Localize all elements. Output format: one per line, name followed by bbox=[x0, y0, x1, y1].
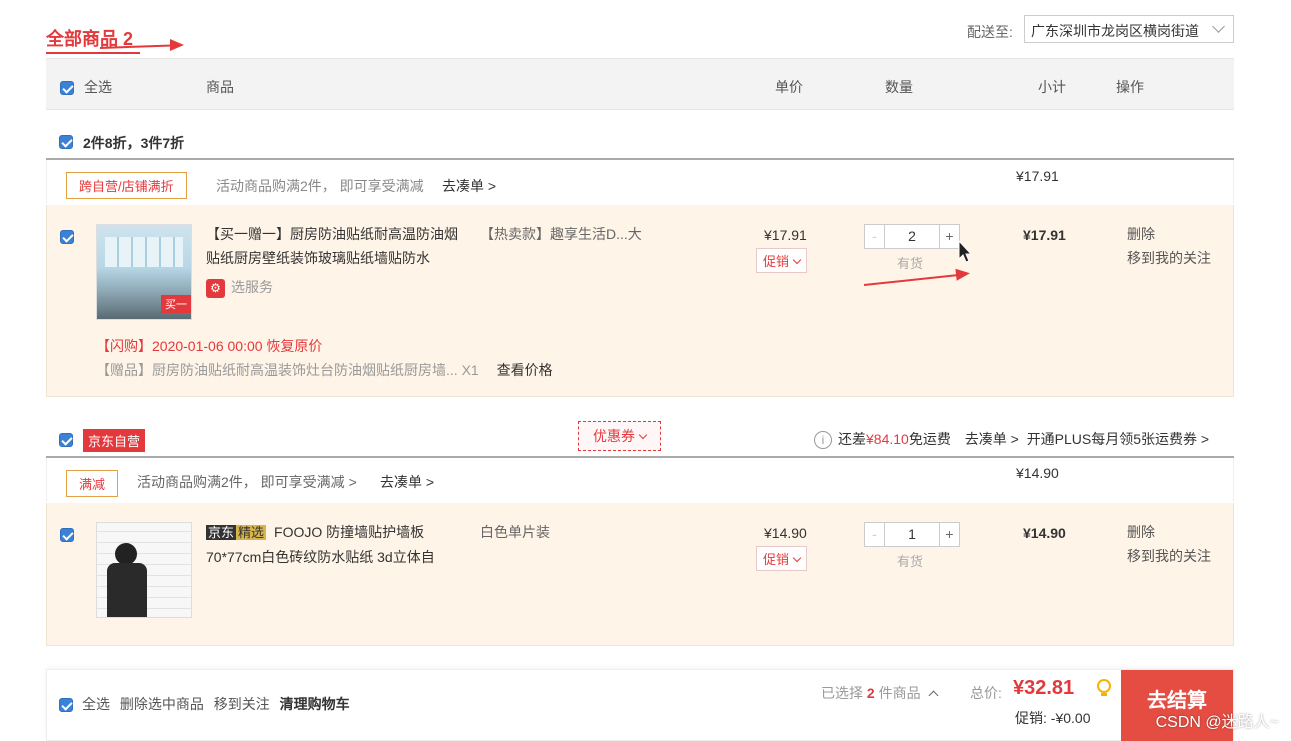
promo-group-checkbox[interactable] bbox=[59, 135, 73, 149]
product-thumbnail[interactable] bbox=[96, 522, 192, 618]
selected-count: 2 bbox=[866, 685, 875, 701]
total-label: 总价: bbox=[970, 685, 1002, 701]
flash-sale-note: 【闪购】2020-01-06 00:00 恢复原价 bbox=[96, 338, 323, 354]
product-props: 【热卖款】趣享生活D...大 bbox=[480, 226, 642, 242]
thumb-badge: 买一 bbox=[161, 295, 191, 313]
plus-link[interactable]: 开通PLUS每月领5张运费券 > bbox=[1027, 431, 1209, 447]
promo-dropdown[interactable]: 促销 bbox=[756, 248, 808, 273]
qty-decrease-button[interactable]: - bbox=[865, 523, 885, 546]
select-service[interactable]: ⚙ 选服务 bbox=[206, 277, 273, 298]
qty-decrease-button[interactable]: - bbox=[865, 225, 885, 248]
mouse-cursor-icon bbox=[958, 240, 972, 263]
item-subtotal: ¥14.90 bbox=[1023, 525, 1066, 541]
chevron-down-icon bbox=[792, 255, 802, 265]
title-underline bbox=[46, 52, 140, 54]
chevron-up-icon bbox=[929, 690, 939, 701]
watermark: CSDN @迷路人~ bbox=[1155, 714, 1279, 731]
item-subtotal: ¥17.91 bbox=[1023, 227, 1066, 243]
chevron-down-icon bbox=[1212, 20, 1225, 33]
deliver-label: 配送至: bbox=[967, 24, 1013, 40]
quantity-stepper[interactable]: - 2 + bbox=[864, 224, 960, 249]
unit-price: ¥14.90 bbox=[764, 525, 807, 541]
col-actions: 操作 bbox=[1116, 79, 1144, 95]
promo-bar: 跨自营/店铺满折 活动商品购满2件， 即可享受满减 去凑单 > ¥17.91 bbox=[46, 160, 1234, 204]
select-all-checkbox[interactable] bbox=[60, 81, 74, 95]
col-product: 商品 bbox=[206, 79, 234, 95]
qty-increase-button[interactable]: + bbox=[939, 523, 959, 546]
brand-badge-select: 精选 bbox=[236, 525, 267, 540]
shop-badge[interactable]: 京东自营 bbox=[83, 429, 146, 452]
product-props: 白色单片装 bbox=[480, 524, 550, 540]
discount-value: -¥0.00 bbox=[1050, 710, 1091, 726]
col-unit-price: 单价 bbox=[775, 79, 803, 95]
cart-table-header: 全选 商品 单价 数量 小计 操作 bbox=[46, 58, 1234, 110]
col-subtotal: 小计 bbox=[1038, 79, 1066, 95]
cart-item: 京东 精选 FOOJO 防撞墙贴护墙板70*77cm白色砖纹防水贴纸 3d立体自 白… bbox=[46, 503, 1234, 646]
clear-cart-link[interactable]: 清理购物车 bbox=[280, 696, 350, 712]
qty-input[interactable]: 2 bbox=[885, 225, 939, 248]
delete-link[interactable]: 删除 bbox=[1127, 520, 1155, 544]
qty-input[interactable]: 1 bbox=[885, 523, 939, 546]
footer-actions: 全选 删除选中商品 移到关注 清理购物车 bbox=[82, 694, 350, 714]
promo-dropdown[interactable]: 促销 bbox=[756, 546, 808, 571]
quantity-stepper[interactable]: - 1 + bbox=[864, 522, 960, 547]
stock-status: 有货 bbox=[897, 256, 924, 271]
product-name[interactable]: 【买一赠一】厨房防油贴纸耐高温防油烟贴纸厨房壁纸装饰玻璃贴纸墙贴防水 bbox=[206, 222, 466, 270]
promo-tag: 跨自营/店铺满折 bbox=[66, 172, 187, 199]
gift-qty: X1 bbox=[461, 362, 479, 378]
go-add-link[interactable]: 去凑单 > bbox=[380, 472, 434, 492]
selected-count-toggle[interactable]: 已选择 2 件商品 bbox=[821, 683, 939, 703]
item-checkbox[interactable] bbox=[60, 230, 74, 244]
move-to-fav-link[interactable]: 移到我的关注 bbox=[1127, 246, 1211, 270]
cart-footer-bar: 全选 删除选中商品 移到关注 清理购物车 已选择 2 件商品 总价: ¥32.8… bbox=[46, 669, 1234, 741]
promo-group-title: 2件8折，3件7折 bbox=[83, 135, 185, 151]
delete-selected-link[interactable]: 删除选中商品 bbox=[120, 696, 204, 712]
deliver-address-select[interactable]: 广东深圳市龙岗区横岗街道 bbox=[1024, 15, 1234, 43]
shop-section-1: 跨自营/店铺满折 活动商品购满2件， 即可享受满减 去凑单 > ¥17.91 买… bbox=[46, 158, 1234, 397]
annotation-arrow-head bbox=[955, 267, 971, 281]
annotation-arrow-head bbox=[170, 39, 184, 51]
discount-line: 促销: -¥0.00 bbox=[1015, 710, 1091, 726]
move-to-fav-link[interactable]: 移到我的关注 bbox=[1127, 544, 1211, 568]
col-quantity: 数量 bbox=[885, 79, 913, 95]
product-thumbnail[interactable]: 买一 bbox=[96, 224, 192, 320]
group-total: ¥14.90 bbox=[1016, 465, 1059, 481]
chevron-down-icon bbox=[792, 553, 802, 563]
thumb-body bbox=[107, 563, 147, 617]
stock-status: 有货 bbox=[897, 554, 924, 569]
chevron-down-icon bbox=[638, 430, 648, 440]
group-total: ¥17.91 bbox=[1016, 168, 1059, 184]
shop-checkbox[interactable] bbox=[59, 433, 73, 447]
brand-badge: 京东 bbox=[206, 525, 237, 540]
footer-select-all-checkbox[interactable] bbox=[59, 698, 73, 712]
freight-go-add-link[interactable]: 去凑单 > bbox=[965, 431, 1019, 447]
view-price-link[interactable]: 查看价格 bbox=[497, 362, 553, 378]
freight-amount: ¥84.10 bbox=[866, 431, 909, 447]
info-icon: i bbox=[814, 431, 832, 450]
gift-name[interactable]: 【赠品】厨房防油贴纸耐高温装饰灶台防油烟贴纸厨房墙... bbox=[96, 362, 458, 378]
delete-link[interactable]: 删除 bbox=[1127, 222, 1155, 246]
coupon-button[interactable]: 优惠券 bbox=[578, 421, 661, 451]
qty-increase-button[interactable]: + bbox=[939, 225, 959, 248]
cart-item: 买一 【买一赠一】厨房防油贴纸耐高温防油烟贴纸厨房壁纸装饰玻璃贴纸墙贴防水 ⚙ 选… bbox=[46, 205, 1234, 397]
promo-desc: 活动商品购满2件， 即可享受满减 bbox=[216, 178, 424, 194]
item-checkbox[interactable] bbox=[60, 528, 74, 542]
gear-icon: ⚙ bbox=[206, 278, 225, 298]
total-price: ¥32.81 bbox=[1013, 677, 1075, 699]
lightbulb-icon bbox=[1097, 679, 1111, 697]
footer-select-all[interactable]: 全选 bbox=[82, 696, 110, 712]
shop-section-2: 满减 活动商品购满2件， 即可享受满减 > 去凑单 > ¥14.90 京东 精选 F… bbox=[46, 456, 1234, 646]
go-add-link[interactable]: 去凑单 > bbox=[442, 176, 496, 196]
promo-desc: 活动商品购满2件， 即可享受满减 > bbox=[137, 474, 357, 490]
thumb-head bbox=[115, 543, 137, 565]
thumb-pattern bbox=[105, 237, 183, 267]
promo-bar: 满减 活动商品购满2件， 即可享受满减 > 去凑单 > ¥14.90 bbox=[46, 458, 1234, 502]
unit-price: ¥17.91 bbox=[764, 227, 807, 243]
move-to-fav-link[interactable]: 移到关注 bbox=[214, 696, 270, 712]
gift-line: 【赠品】厨房防油贴纸耐高温装饰灶台防油烟贴纸厨房墙... X1 查看价格 bbox=[96, 360, 553, 380]
freight-info: i 还差¥84.10免运费 去凑单 > 开通PLUS每月领5张运费券 > bbox=[814, 429, 1209, 450]
product-name[interactable]: 京东 精选 FOOJO 防撞墙贴护墙板70*77cm白色砖纹防水贴纸 3d立体自 bbox=[206, 520, 466, 569]
promo-tag: 满减 bbox=[66, 470, 119, 497]
col-select-all: 全选 bbox=[84, 79, 112, 95]
